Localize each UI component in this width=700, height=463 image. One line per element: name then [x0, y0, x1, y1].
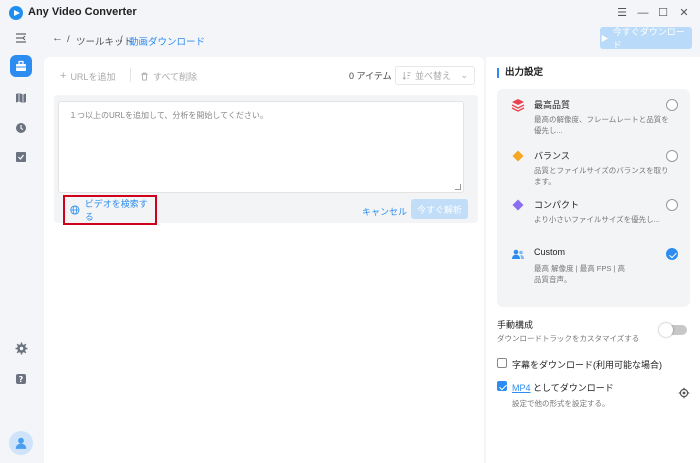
minimize-button[interactable]: —: [635, 5, 651, 21]
settings-icon[interactable]: [10, 337, 32, 359]
quality-radio[interactable]: [666, 150, 678, 162]
app-logo-icon: [9, 6, 23, 20]
user-avatar-icon: [15, 437, 27, 449]
play-icon: [601, 34, 608, 42]
layers-icon: [511, 99, 525, 112]
diamond-icon: [512, 150, 524, 162]
main-panel: + URLを追加 すべて削除 0 アイテム 並べ替え ⌄ １つ以上のURLを追加…: [44, 57, 484, 463]
sort-label: 並べ替え: [415, 71, 452, 81]
mp4-subtitle: 設定で他の形式を設定する。: [512, 399, 610, 408]
users-icon: [512, 249, 524, 259]
help-icon[interactable]: ?: [10, 368, 32, 390]
back-arrow-icon[interactable]: ←: [52, 32, 63, 44]
mp4-download-label: MP4 としてダウンロード: [512, 381, 614, 394]
analyze-now-button[interactable]: 今すぐ解析: [411, 199, 468, 219]
quality-option-balance[interactable]: バランス 品質とファイルサイズのバランスを取ります。: [497, 140, 690, 188]
quality-radio[interactable]: [666, 99, 678, 111]
sort-icon: [402, 71, 411, 80]
diamond-icon: [512, 199, 524, 211]
mp4-label-rest: としてダウンロード: [530, 383, 614, 393]
map-icon: [16, 93, 26, 104]
avatar[interactable]: [9, 431, 33, 455]
url-placeholder: １つ以上のURLを追加して、分析を開始してください。: [69, 111, 268, 120]
search-video-button[interactable]: ビデオを検索する: [63, 195, 157, 225]
mp4-checkbox[interactable]: [497, 381, 507, 391]
download-now-button[interactable]: 今すぐダウンロード: [600, 27, 692, 50]
delete-all-button[interactable]: すべて削除: [140, 67, 197, 85]
breadcrumb-separator: /: [120, 34, 123, 45]
title-bar: Any Video Converter ☰ — ☐ ✕: [0, 0, 700, 26]
quality-name: コンパクト: [534, 200, 580, 210]
svg-text:?: ?: [19, 375, 24, 384]
url-textarea[interactable]: １つ以上のURLを追加して、分析を開始してください。: [58, 101, 464, 193]
globe-icon: [70, 205, 80, 215]
quality-name: Custom: [534, 247, 566, 257]
chevron-down-icon: ⌄: [460, 70, 468, 80]
sidebar-item-tasks[interactable]: [10, 146, 32, 168]
quality-radio[interactable]: [666, 199, 678, 211]
close-button[interactable]: ✕: [676, 5, 692, 21]
subtitles-label: 字幕をダウンロード(利用可能な場合): [512, 360, 662, 370]
sidebar-item-history[interactable]: [10, 117, 32, 139]
task-icon: [16, 152, 26, 162]
search-video-label: ビデオを検索する: [84, 199, 148, 222]
quality-option-compact[interactable]: コンパクト より小さいファイルサイズを優先し...: [497, 189, 690, 237]
manual-config-title: 手動構成: [497, 320, 534, 330]
quality-option-best[interactable]: 最高品質 最高の解像度、フレームレートと品質を優先し...: [497, 89, 690, 137]
resize-handle-icon[interactable]: [455, 184, 461, 190]
quality-radio-checked[interactable]: [666, 248, 678, 260]
output-settings-panel: 出力設定 最高品質 最高の解像度、フレームレートと品質を優先し... バランス …: [486, 57, 700, 463]
download-now-label: 今すぐダウンロード: [612, 27, 685, 50]
toolbar-divider: [130, 68, 131, 82]
sidebar-item-toolkit[interactable]: [10, 55, 32, 77]
breadcrumb-toolkit[interactable]: ツールキット: [76, 34, 133, 48]
trash-icon: [141, 72, 148, 81]
subtitles-checkbox[interactable]: [497, 358, 507, 368]
breadcrumb-separator: /: [67, 34, 70, 45]
add-url-button[interactable]: + URLを追加: [60, 67, 115, 85]
quality-desc: 最高 解像度 | 最高 FPS | 高品質音声。: [534, 264, 625, 284]
manual-config-subtitle: ダウンロードトラックをカスタマイズする: [497, 334, 640, 343]
quality-desc: 最高の解像度、フレームレートと品質を優先し...: [534, 115, 669, 135]
sidebar-item-map[interactable]: [10, 87, 32, 109]
item-count: 0 アイテム: [349, 71, 392, 81]
quality-name: バランス: [534, 151, 570, 161]
quality-desc: より小さいファイルサイズを優先し...: [534, 215, 660, 224]
add-url-label: URLを追加: [70, 71, 116, 82]
quality-name: 最高品質: [534, 100, 571, 110]
delete-all-label: すべて削除: [153, 71, 198, 82]
sidebar-toggle-icon[interactable]: [10, 27, 32, 49]
cancel-button[interactable]: キャンセル: [362, 205, 407, 218]
sort-dropdown[interactable]: 並べ替え ⌄: [395, 66, 475, 85]
app-title: Any Video Converter: [28, 6, 137, 18]
maximize-button[interactable]: ☐: [655, 5, 671, 21]
menu-icon[interactable]: ☰: [614, 5, 630, 21]
output-settings-title: 出力設定: [497, 68, 543, 78]
quality-options: 最高品質 最高の解像度、フレームレートと品質を優先し... バランス 品質とファ…: [497, 89, 690, 307]
clock-icon: [16, 123, 26, 133]
manual-config-toggle[interactable]: [659, 323, 687, 337]
plus-icon: +: [60, 70, 67, 82]
quality-option-custom[interactable]: Custom 最高 解像度 | 最高 FPS | 高品質音声。: [497, 238, 690, 298]
breadcrumb-current: 動画ダウンロード: [129, 37, 206, 48]
toolbox-icon: [16, 60, 26, 71]
quality-desc: 品質とファイルサイズのバランスを取ります。: [534, 166, 669, 186]
format-settings-icon[interactable]: [678, 387, 690, 399]
sidebar: ?: [0, 26, 42, 463]
mp4-format-link[interactable]: MP4: [512, 383, 531, 393]
